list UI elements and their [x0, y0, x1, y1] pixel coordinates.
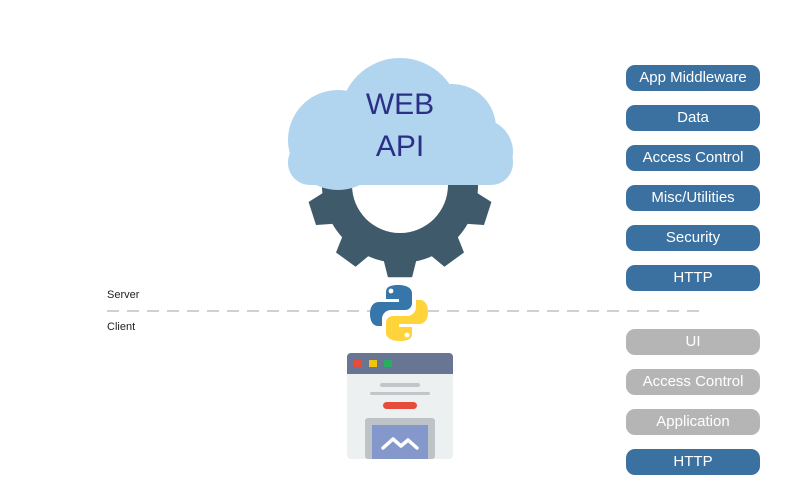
client-layer-pill: Application	[626, 409, 760, 435]
web-api-diagram: WEB API Server Client App Middleware Data…	[0, 0, 800, 500]
browser-window-icon	[347, 353, 453, 459]
client-label: Client	[107, 321, 136, 333]
server-layer-pill: Security	[626, 225, 760, 251]
server-label: Server	[107, 289, 140, 301]
client-layer-pill: Access Control	[626, 369, 760, 395]
client-layer-pill: HTTP	[626, 449, 760, 475]
cloud-title-line2: API	[375, 130, 425, 163]
cloud-icon	[288, 58, 513, 190]
server-layer-pill: Data	[626, 105, 760, 131]
server-layer-pill: Misc/Utilities	[626, 185, 760, 211]
server-layer-pill: Access Control	[626, 145, 760, 171]
cloud-title-line1: WEB	[365, 88, 435, 121]
server-layer-pill: App Middleware	[626, 65, 760, 91]
server-layer-pill: HTTP	[626, 265, 760, 291]
python-logo-icon	[370, 284, 428, 342]
client-layer-pill: UI	[626, 329, 760, 355]
